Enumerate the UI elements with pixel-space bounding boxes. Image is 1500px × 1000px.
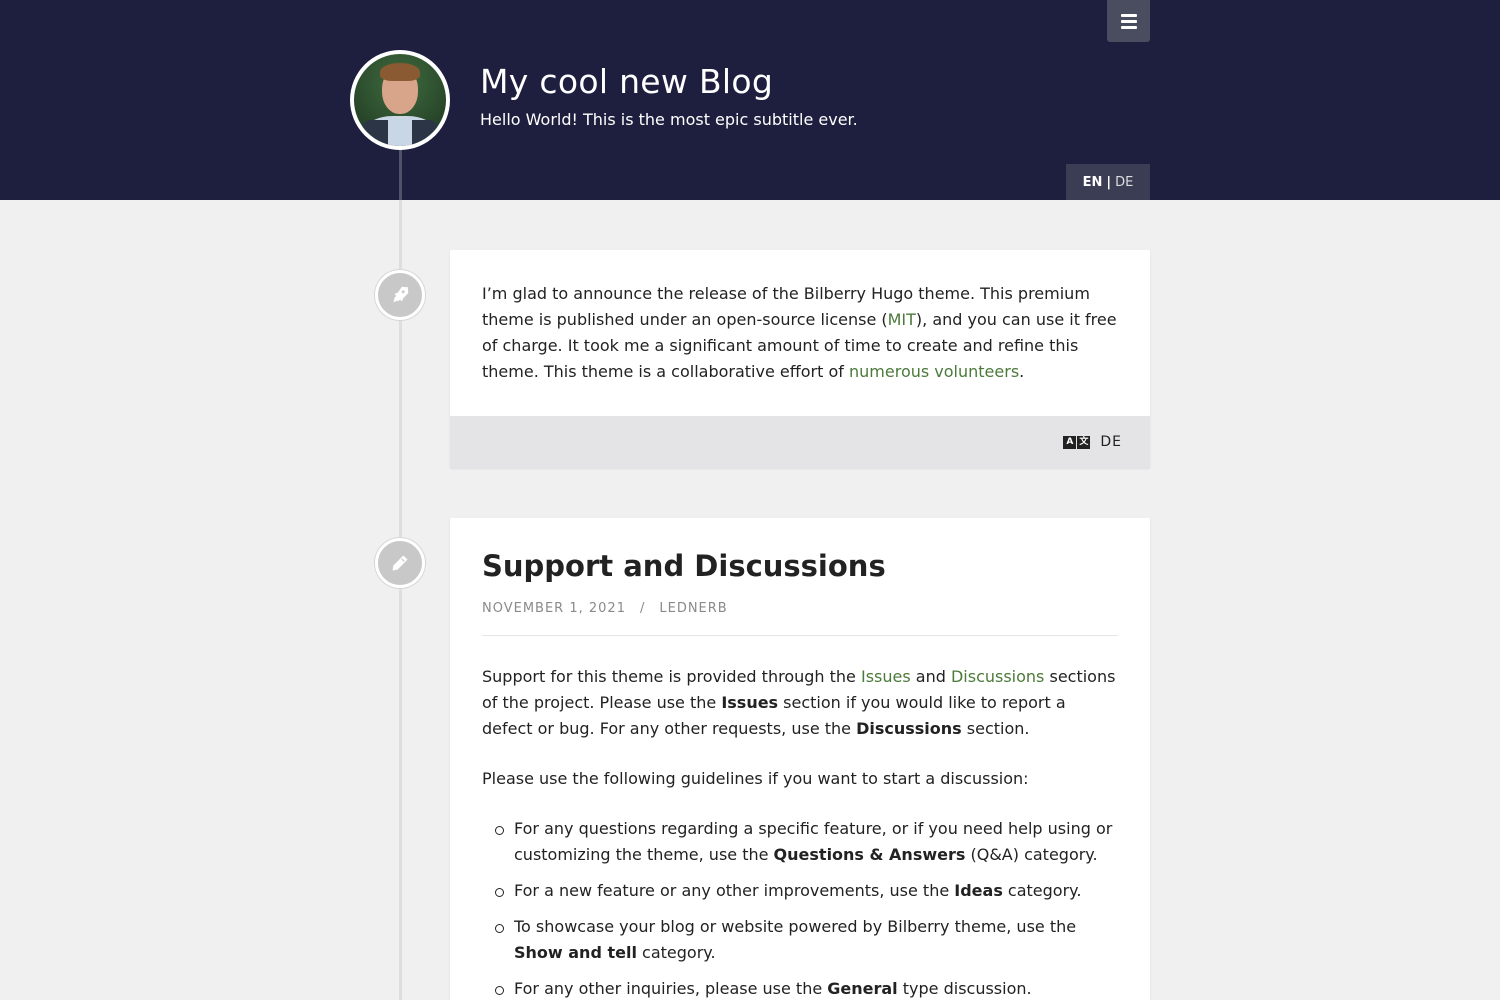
post-text: . bbox=[1019, 362, 1025, 381]
language-switcher: EN | DE bbox=[1066, 164, 1150, 200]
post-card-support: Support and Discussions November 1, 2021… bbox=[450, 518, 1150, 1000]
list-item: For any questions regarding a specific f… bbox=[495, 816, 1118, 868]
rocket-icon bbox=[375, 270, 425, 320]
rocket-glyph bbox=[393, 286, 409, 303]
lang-separator: | bbox=[1106, 174, 1112, 190]
translate-icon: A文 bbox=[1063, 435, 1091, 449]
post-footer: A文 DE bbox=[450, 416, 1150, 468]
menu-button[interactable] bbox=[1107, 0, 1150, 42]
post-author[interactable]: lednerb bbox=[659, 601, 727, 616]
post-paragraph: Support for this theme is provided throu… bbox=[482, 667, 1116, 738]
list-item: For a new feature or any other improveme… bbox=[495, 878, 1118, 904]
timeline-line-header bbox=[399, 150, 402, 200]
pencil-icon bbox=[375, 538, 425, 588]
site-title[interactable]: My cool new Blog bbox=[480, 62, 773, 101]
post-body: I’m glad to announce the release of the … bbox=[450, 250, 1150, 385]
post-meta: November 1, 2021 / lednerb bbox=[482, 596, 1118, 636]
discussions-link[interactable]: Discussions bbox=[951, 667, 1044, 686]
post-date: November 1, 2021 bbox=[482, 601, 626, 616]
lang-de[interactable]: DE bbox=[1115, 175, 1133, 190]
guidelines-list: For any questions regarding a specific f… bbox=[482, 816, 1118, 1000]
issues-link[interactable]: Issues bbox=[861, 667, 911, 686]
volunteers-link[interactable]: numerous volunteers bbox=[849, 362, 1019, 381]
post-title[interactable]: Support and Discussions bbox=[482, 548, 1118, 584]
timeline-line bbox=[399, 200, 402, 1000]
site-header: My cool new Blog Hello World! This is th… bbox=[0, 0, 1500, 200]
post-paragraph: Please use the following guidelines if y… bbox=[482, 769, 1029, 788]
avatar[interactable] bbox=[350, 50, 450, 150]
list-item: For any other inquiries, please use the … bbox=[495, 976, 1118, 1000]
list-item: To showcase your blog or website powered… bbox=[495, 914, 1118, 966]
lang-en[interactable]: EN bbox=[1083, 175, 1103, 190]
hamburger-icon bbox=[1120, 11, 1137, 32]
site-subtitle: Hello World! This is the most epic subti… bbox=[480, 110, 858, 129]
post-card-announcement: I’m glad to announce the release of the … bbox=[450, 250, 1150, 468]
post-body: Support and Discussions November 1, 2021… bbox=[450, 518, 1150, 1000]
translation-link-de[interactable]: DE bbox=[1100, 434, 1122, 450]
meta-separator: / bbox=[639, 601, 646, 616]
pencil-glyph bbox=[392, 555, 408, 571]
mit-link[interactable]: MIT bbox=[888, 310, 916, 329]
